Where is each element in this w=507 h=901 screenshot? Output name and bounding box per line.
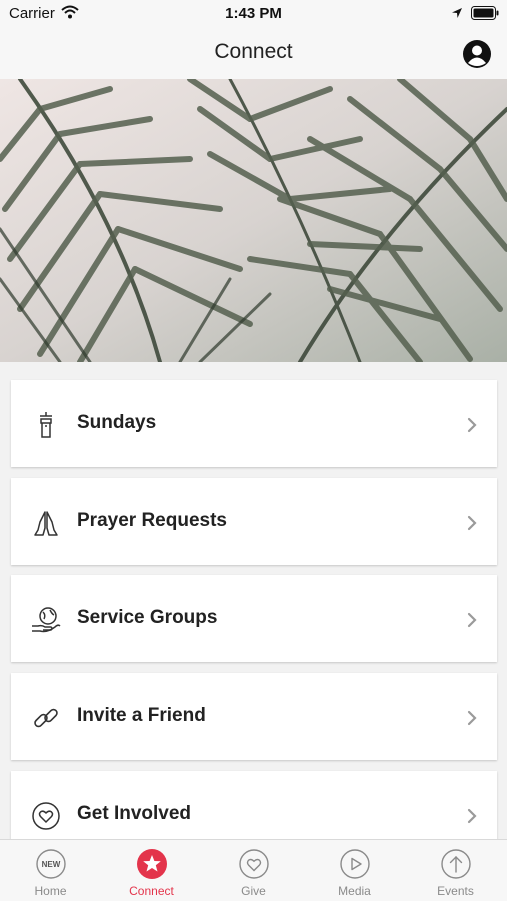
page-title: Connect bbox=[214, 40, 293, 63]
heart-circle-icon bbox=[31, 801, 61, 831]
clock-time: 1:43 PM bbox=[225, 5, 282, 22]
menu-item-prayer-requests[interactable]: Prayer Requests bbox=[11, 478, 497, 565]
tab-bar: NEW Home Connect Give Media Events bbox=[0, 839, 507, 901]
location-arrow-icon bbox=[451, 6, 463, 24]
navigation-bar: Connect bbox=[0, 28, 507, 79]
menu-item-label: Get Involved bbox=[77, 803, 192, 824]
tab-label: Give bbox=[241, 884, 266, 898]
globe-in-hand-icon bbox=[31, 605, 61, 635]
battery-icon bbox=[471, 6, 499, 25]
arrow-up-icon bbox=[440, 848, 472, 880]
tab-label: Events bbox=[437, 884, 474, 898]
tab-label: Connect bbox=[129, 884, 174, 898]
menu-item-invite-a-friend[interactable]: Invite a Friend bbox=[11, 673, 497, 760]
status-bar: Carrier 1:43 PM bbox=[0, 0, 507, 28]
chevron-right-icon bbox=[467, 808, 477, 829]
profile-button[interactable] bbox=[462, 39, 492, 69]
link-icon bbox=[31, 703, 61, 733]
menu-item-label: Prayer Requests bbox=[77, 510, 227, 531]
menu-item-label: Sundays bbox=[77, 412, 157, 433]
church-podium-icon bbox=[31, 410, 61, 440]
tab-media[interactable]: Media bbox=[304, 840, 405, 901]
palm-leaves-image bbox=[0, 79, 507, 362]
tab-give[interactable]: Give bbox=[203, 840, 304, 901]
menu-item-sundays[interactable]: Sundays bbox=[11, 380, 497, 467]
heart-icon bbox=[238, 848, 270, 880]
chevron-right-icon bbox=[467, 417, 477, 438]
star-icon bbox=[136, 848, 168, 880]
menu-item-service-groups[interactable]: Service Groups bbox=[11, 575, 497, 662]
user-circle-icon bbox=[463, 40, 491, 68]
praying-hands-icon bbox=[31, 508, 61, 538]
tab-label: Home bbox=[34, 884, 67, 898]
menu-item-label: Invite a Friend bbox=[77, 705, 206, 726]
tab-events[interactable]: Events bbox=[405, 840, 506, 901]
chevron-right-icon bbox=[467, 710, 477, 731]
menu-item-label: Service Groups bbox=[77, 607, 218, 628]
chevron-right-icon bbox=[467, 612, 477, 633]
tab-connect[interactable]: Connect bbox=[101, 840, 202, 901]
tab-label: Media bbox=[338, 884, 371, 898]
hero-image bbox=[0, 79, 507, 362]
tab-home[interactable]: NEW Home bbox=[0, 840, 101, 901]
svg-text:NEW: NEW bbox=[42, 860, 61, 869]
chevron-right-icon bbox=[467, 515, 477, 536]
play-icon bbox=[339, 848, 371, 880]
new-badge-icon: NEW bbox=[35, 848, 67, 880]
